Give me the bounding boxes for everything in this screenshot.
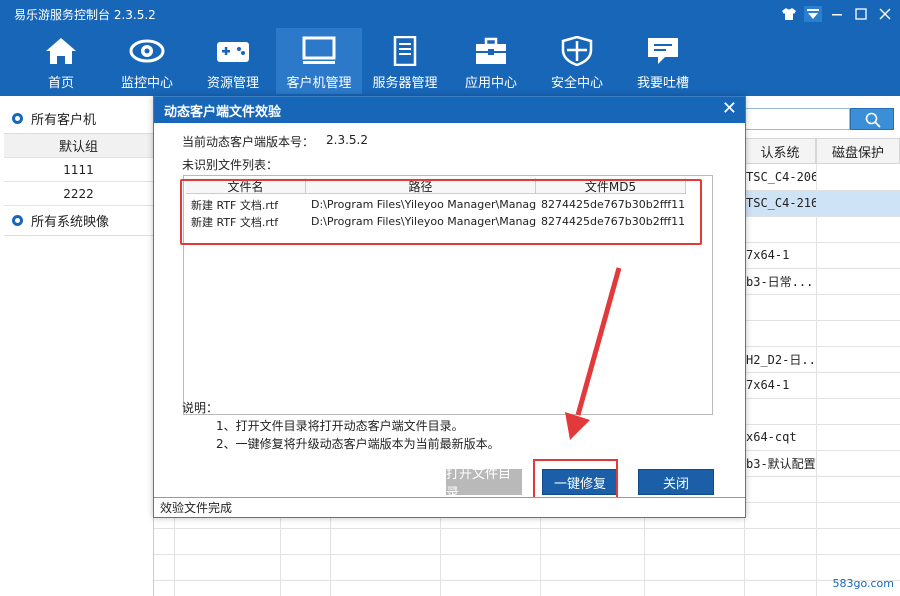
dialog-close-icon[interactable]: ✕ [722,100,737,118]
status-bar: 效验文件完成 [154,497,745,517]
search-input[interactable] [744,108,850,130]
file-md5: 8274425de767b30b2fff11... [541,215,686,228]
nav-home[interactable]: 首页 [18,28,104,94]
skin-icon[interactable] [780,6,798,22]
tree-root-label: 所有客户机 [31,113,97,128]
version-value: 2.3.5.2 [326,133,368,147]
grid-cell[interactable]: TSC_C4-2060 [744,164,816,190]
window-controls [780,6,894,22]
nav-label: 首页 [47,76,74,91]
tree-root-label: 所有系统映像 [31,215,110,230]
server-icon [387,35,423,67]
one-click-fix-button[interactable]: 一键修复 [542,469,618,495]
dialog-body: 当前动态客户端版本号： 2.3.5.2 未识别文件列表： 文件名 路径 文件MD… [154,123,745,505]
grid-cell[interactable]: 7x64-1 [744,372,816,398]
note-item: 2、一键修复将升级动态客户端版本为当前最新版本。 [216,437,500,451]
main-nav: 首页 监控中心 资源管理 客户机管理 服务器管理 应用中心 安全中心 我要吐槽 [18,28,706,94]
search-button[interactable] [850,108,894,130]
file-row[interactable]: 新建 RTF 文档.rtf D:\Program Files\Yileyoo M… [186,213,686,230]
grid-cell[interactable]: x64-cqt [744,424,816,450]
gamepad-icon [215,36,251,66]
nav-label: 服务器管理 [372,76,438,91]
unrecognized-file-list[interactable]: 文件名 路径 文件MD5 新建 RTF 文档.rtf D:\Program Fi… [183,175,713,415]
file-name: 新建 RTF 文档.rtf [191,198,279,212]
nav-clients[interactable]: 客户机管理 [276,28,362,94]
app-title: 易乐游服务控制台 2.3.5.2 [14,8,156,22]
watermark: 583go.com [832,577,894,590]
dialog-title: 动态客户端文件效验 [154,97,745,123]
file-md5: 8274425de767b30b2fff11... [541,198,686,211]
version-label: 当前动态客户端版本号： [182,135,315,149]
nav-label: 监控中心 [120,76,173,91]
nav-label: 安全中心 [550,76,603,91]
file-path: D:\Program Files\Yileyoo Manager\Manage.… [311,198,536,211]
grid-cell[interactable]: b3-日常... [744,268,816,294]
nav-label: 我要吐槽 [636,76,689,91]
home-icon [43,36,79,66]
shield-icon [559,35,595,67]
column-header-md5[interactable]: 文件MD5 [536,178,686,194]
grid-cell[interactable]: 7x64-1 [744,242,816,268]
eye-icon [129,36,165,66]
nav-label: 应用中心 [464,76,517,91]
expand-icon [12,113,23,124]
nav-servers[interactable]: 服务器管理 [362,28,448,94]
close-window-icon[interactable] [876,6,894,22]
file-path: D:\Program Files\Yileyoo Manager\Manage.… [311,215,536,228]
unrecognized-list-label: 未识别文件列表： [182,158,279,172]
nav-feedback[interactable]: 我要吐槽 [620,28,706,94]
tree-group-default[interactable]: 默认组 [4,134,153,158]
monitor-icon [301,36,337,66]
menu-dropdown-icon[interactable] [804,6,822,22]
expand-icon [12,215,23,226]
nav-label: 客户机管理 [286,76,352,91]
toolbox-icon [473,36,509,66]
chat-icon [645,36,681,66]
file-list-header: 文件名 路径 文件MD5 [186,178,686,194]
nav-resources[interactable]: 资源管理 [190,28,276,94]
nav-monitor[interactable]: 监控中心 [104,28,190,94]
column-header-disk-protect[interactable]: 磁盘保护 [816,138,900,164]
column-header-system[interactable]: 认系统 [744,138,816,164]
grid-cell[interactable]: TSC_C4-216 [744,190,816,216]
maximize-icon[interactable] [852,6,870,22]
open-directory-button[interactable]: 打开文件目录 [446,467,522,501]
tree-root-clients[interactable]: 所有客户机 [4,104,153,134]
nav-label: 资源管理 [206,76,259,91]
top-bar: 易乐游服务控制台 2.3.5.2 首页 监控中心 资源管理 客户机管理 服务器管… [0,0,900,96]
tree-group-item[interactable]: 2222 [4,182,153,206]
minimize-icon[interactable] [828,6,846,22]
column-header-path[interactable]: 路径 [306,178,536,194]
tree-root-images[interactable]: 所有系统映像 [4,206,153,236]
note-item: 1、打开文件目录将打开动态客户端文件目录。 [216,419,464,433]
nav-security[interactable]: 安全中心 [534,28,620,94]
tree-group-item[interactable]: 1111 [4,158,153,182]
client-tree-panel: 所有客户机 默认组 1111 2222 所有系统映像 [4,104,154,596]
grid-cell[interactable]: b3-默认配置 [744,450,816,476]
file-verify-dialog: 动态客户端文件效验 ✕ 当前动态客户端版本号： 2.3.5.2 未识别文件列表：… [153,96,746,518]
file-name: 新建 RTF 文档.rtf [191,215,279,229]
grid-cell[interactable]: H2_D2-日... [744,346,816,372]
close-button[interactable]: 关闭 [638,469,714,495]
search-icon [865,112,881,128]
column-header-filename[interactable]: 文件名 [186,178,306,194]
file-row[interactable]: 新建 RTF 文档.rtf D:\Program Files\Yileyoo M… [186,196,686,213]
notes-title: 说明： [182,401,219,415]
nav-apps[interactable]: 应用中心 [448,28,534,94]
